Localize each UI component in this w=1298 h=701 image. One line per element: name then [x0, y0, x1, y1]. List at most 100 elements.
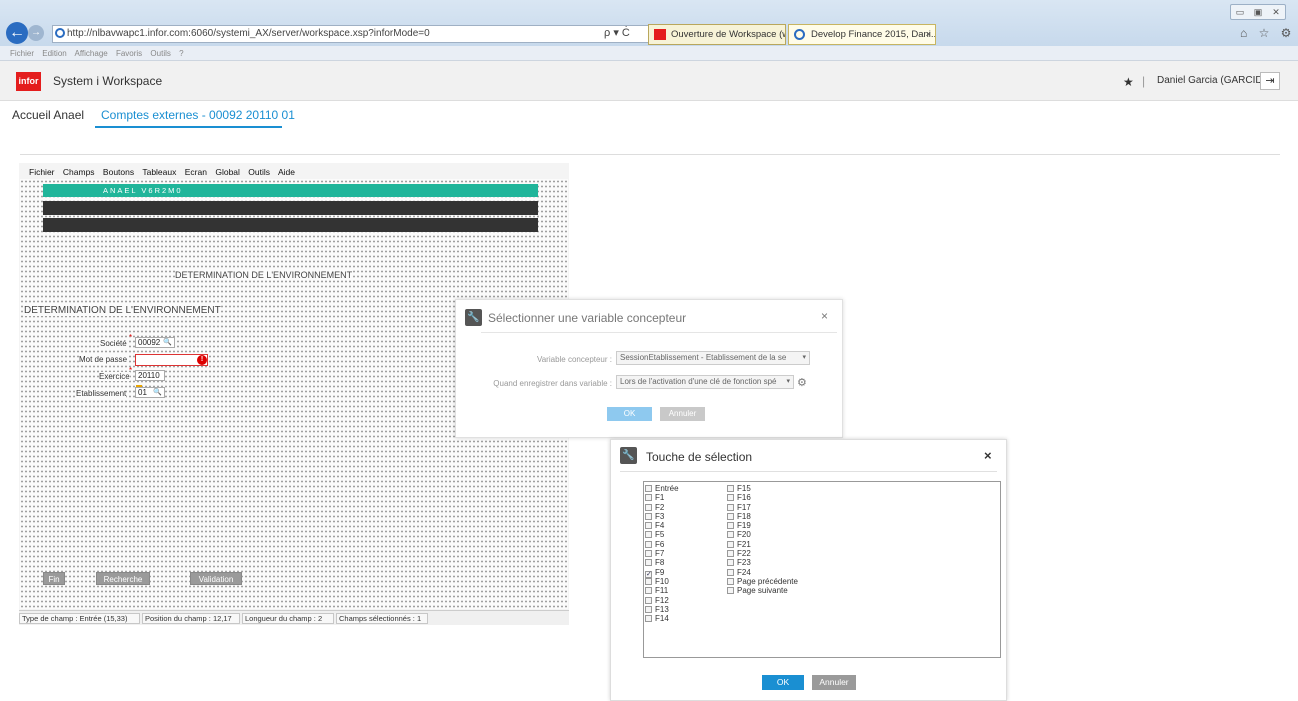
cancel-button[interactable]: Annuler	[660, 407, 705, 421]
menu-favoris[interactable]: Favoris	[116, 49, 142, 58]
checkbox[interactable]	[727, 587, 734, 595]
emu-menu-fichier[interactable]: Fichier	[29, 167, 55, 177]
user-name[interactable]: Daniel Garcia (GARCIDA)	[1157, 75, 1273, 86]
function-key-item[interactable]: F15	[727, 484, 798, 493]
function-key-item[interactable]: F18	[727, 512, 798, 521]
checkbox[interactable]	[727, 540, 734, 548]
when-save-select[interactable]: Lors de l'activation d'une clé de foncti…	[616, 375, 794, 389]
function-key-item[interactable]: F1	[645, 493, 679, 502]
close-icon[interactable]: ×	[821, 309, 828, 323]
close-icon[interactable]: ×	[984, 448, 992, 463]
function-key-item[interactable]: F23	[727, 558, 798, 567]
screen-heading-center[interactable]: DETERMINATION DE L'ENVIRONNEMENT	[175, 270, 353, 280]
function-key-item[interactable]: F21	[727, 540, 798, 549]
cancel-button[interactable]: Annuler	[812, 675, 856, 690]
function-key-item[interactable]: F17	[727, 503, 798, 512]
function-key-item[interactable]: Page suivante	[727, 586, 798, 595]
emu-menu-tableaux[interactable]: Tableaux	[142, 167, 176, 177]
function-key-item[interactable]: F6	[645, 540, 679, 549]
function-key-item[interactable]: F7	[645, 549, 679, 558]
etablissement-field[interactable]: 01 🔍	[135, 387, 165, 398]
tab-accueil-anael[interactable]: Accueil Anael	[12, 108, 84, 122]
checkbox[interactable]	[645, 540, 652, 548]
checkbox[interactable]	[645, 503, 652, 511]
minimize-icon[interactable]: ▭	[1231, 5, 1249, 19]
home-fav-settings-icons[interactable]: ⌂ ☆ ⚙	[1240, 26, 1295, 40]
validation-button[interactable]: Validation	[190, 572, 242, 585]
function-key-item[interactable]: F10	[645, 577, 679, 586]
function-key-list[interactable]	[643, 481, 1001, 658]
function-key-item[interactable]: ✓ F9	[645, 568, 679, 578]
emu-menu-champs[interactable]: Champs	[63, 167, 95, 177]
checkbox[interactable]	[727, 512, 734, 520]
star-icon[interactable]: ★	[1123, 75, 1134, 89]
function-key-item[interactable]: Entrée	[645, 484, 679, 493]
checkbox[interactable]	[727, 485, 734, 492]
function-key-item[interactable]: F2	[645, 503, 679, 512]
checkbox[interactable]	[645, 512, 652, 520]
checkbox[interactable]	[727, 503, 734, 511]
menu-help[interactable]: ?	[179, 49, 183, 58]
ok-button[interactable]: OK	[607, 407, 652, 421]
function-key-item[interactable]: F4	[645, 521, 679, 530]
tab-comptes-externes[interactable]: Comptes externes - 00092 20110 01	[101, 108, 295, 122]
checkbox[interactable]	[645, 615, 652, 623]
menu-fichier[interactable]: Fichier	[10, 49, 34, 58]
search-icon[interactable]: 🔍	[163, 338, 172, 347]
browser-tab-workspace[interactable]: Ouverture de Workspace (ws20...	[648, 24, 786, 45]
checkbox[interactable]	[645, 522, 652, 530]
variable-select[interactable]: SessionEtablissement - Etablissement de …	[616, 351, 810, 365]
checkbox[interactable]	[645, 559, 652, 567]
checkbox[interactable]	[727, 522, 734, 530]
function-key-item[interactable]: F19	[727, 521, 798, 530]
close-window-icon[interactable]: ✕	[1267, 5, 1285, 19]
function-key-item[interactable]: Page précédente	[727, 577, 798, 586]
checkbox[interactable]	[727, 494, 734, 502]
function-key-item[interactable]: F20	[727, 530, 798, 539]
gear-icon[interactable]: ⚙	[797, 376, 807, 389]
search-icon[interactable]: 🔍	[153, 388, 162, 397]
browser-tab-finance[interactable]: Develop Finance 2015, Dani... ×	[788, 24, 936, 45]
checkbox[interactable]	[645, 550, 652, 558]
checkbox[interactable]	[727, 559, 734, 567]
checkbox[interactable]	[645, 494, 652, 502]
function-key-item[interactable]: F12	[645, 596, 679, 605]
address-bar[interactable]: http://nlbavwapc1.infor.com:6060/systemi…	[52, 25, 672, 43]
function-key-item[interactable]: F16	[727, 493, 798, 502]
tab-close-icon[interactable]: ×	[925, 25, 931, 44]
emu-menu-boutons[interactable]: Boutons	[103, 167, 134, 177]
checkbox[interactable]	[645, 605, 652, 613]
function-key-item[interactable]: F14	[645, 614, 679, 623]
function-key-item[interactable]: F11	[645, 586, 679, 595]
checkbox[interactable]	[645, 531, 652, 539]
function-key-item[interactable]: F13	[645, 605, 679, 614]
emu-menu-ecran[interactable]: Ecran	[185, 167, 207, 177]
checkbox[interactable]	[645, 485, 652, 492]
menu-edition[interactable]: Edition	[42, 49, 66, 58]
recherche-button[interactable]: Recherche	[96, 572, 150, 585]
checkbox[interactable]	[727, 577, 734, 585]
menu-affichage[interactable]: Affichage	[75, 49, 108, 58]
function-key-item[interactable]: F5	[645, 530, 679, 539]
function-key-item[interactable]: F3	[645, 512, 679, 521]
menu-outils[interactable]: Outils	[150, 49, 170, 58]
ok-button[interactable]: OK	[762, 675, 804, 690]
emu-menu-aide[interactable]: Aide	[278, 167, 295, 177]
search-refresh-icons[interactable]: ρ ▾ Ċ	[604, 26, 630, 39]
function-key-item[interactable]: F22	[727, 549, 798, 558]
checkbox[interactable]	[645, 596, 652, 604]
screen-heading-left[interactable]: DETERMINATION DE L'ENVIRONNEMENT	[24, 305, 221, 316]
back-arrow-icon[interactable]: ←	[6, 22, 28, 44]
fin-button[interactable]: Fin	[43, 572, 65, 585]
checkbox[interactable]	[645, 587, 652, 595]
emu-menu-outils[interactable]: Outils	[248, 167, 270, 177]
checkbox[interactable]	[727, 568, 734, 576]
checkbox[interactable]	[645, 577, 652, 585]
checkbox[interactable]	[727, 550, 734, 558]
forward-arrow-icon[interactable]: →	[28, 25, 44, 41]
logout-icon[interactable]: ⇥	[1260, 72, 1280, 90]
emu-menu-global[interactable]: Global	[215, 167, 240, 177]
function-key-item[interactable]: F24	[727, 568, 798, 577]
exercice-field[interactable]: 20110	[135, 370, 165, 381]
restore-icon[interactable]: ▣	[1249, 5, 1267, 19]
